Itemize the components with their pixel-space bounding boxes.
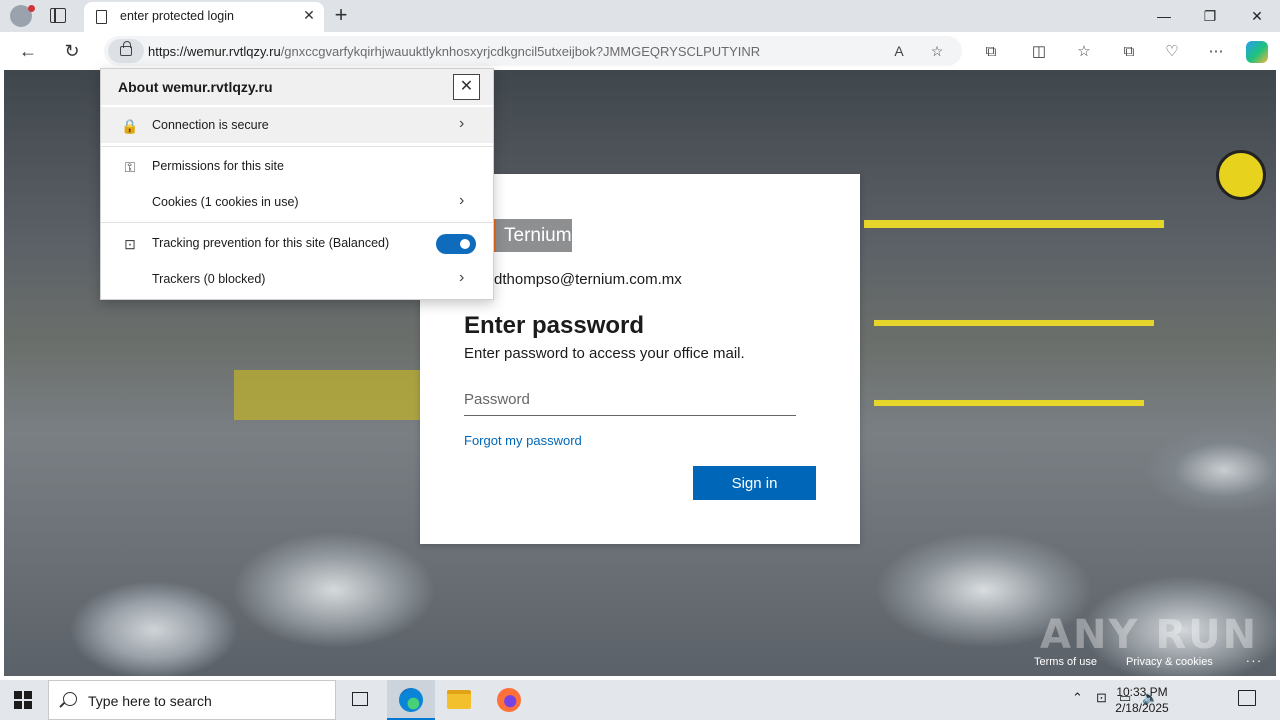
title-bar: enter protected login ✕ + — ❐ ✕ xyxy=(0,0,1280,32)
page-icon xyxy=(96,10,107,24)
privacy-link[interactable]: Privacy & cookies xyxy=(1126,656,1213,668)
background-rail xyxy=(234,370,424,420)
site-info-button[interactable] xyxy=(108,39,144,63)
search-icon xyxy=(63,692,77,706)
flyout-header: About wemur.rvtlqzy.ru ✕ xyxy=(101,69,493,105)
password-input[interactable] xyxy=(464,384,796,416)
task-view-icon xyxy=(352,692,368,706)
row-label: Trackers (0 blocked) xyxy=(152,272,266,286)
tab-actions-icon[interactable] xyxy=(50,7,66,23)
divider xyxy=(101,146,493,147)
browser-essentials-icon[interactable]: ♡ xyxy=(1161,41,1183,63)
key-icon: ⚿ xyxy=(124,159,136,175)
row-label: Connection is secure xyxy=(152,118,269,132)
file-explorer-button[interactable] xyxy=(435,680,483,720)
clock-time: 10:33 PM xyxy=(1116,685,1168,699)
close-tab-icon[interactable]: ✕ xyxy=(300,6,318,24)
minimize-button[interactable]: — xyxy=(1141,0,1187,32)
task-view-button[interactable] xyxy=(336,680,384,720)
device-icon[interactable]: ⊡ xyxy=(1096,690,1107,706)
notification-icon[interactable] xyxy=(1238,690,1256,706)
lock-icon xyxy=(120,41,132,56)
trackers-row[interactable]: Trackers (0 blocked) › xyxy=(101,261,493,297)
sign-in-button[interactable]: Sign in xyxy=(693,466,816,500)
url-text[interactable]: https://wemur.rvtlqzy.ru/gnxccgvarfykqir… xyxy=(148,44,760,59)
close-window-button[interactable]: ✕ xyxy=(1234,0,1280,32)
copilot-icon[interactable] xyxy=(1246,41,1268,63)
close-icon[interactable]: ✕ xyxy=(453,74,480,100)
chevron-up-icon[interactable]: ⌃ xyxy=(1072,690,1083,706)
taskbar: Type here to search ⌃ ⊡ ▭ 🔈 10:33 PM 2/1… xyxy=(0,680,1280,720)
page-title: Enter password xyxy=(464,312,645,339)
search-placeholder: Type here to search xyxy=(88,693,212,709)
background-rail xyxy=(864,220,1164,228)
permissions-row[interactable]: ⚿ Permissions for this site xyxy=(101,148,493,184)
back-icon[interactable]: ← xyxy=(16,39,40,63)
more-menu-icon[interactable]: ⋯ xyxy=(1205,41,1227,63)
browser-tab[interactable]: enter protected login ✕ xyxy=(84,2,324,32)
chevron-right-icon: › xyxy=(459,269,465,286)
profile-badge xyxy=(28,5,35,12)
watermark: ANY RUN xyxy=(1040,612,1259,658)
site-info-flyout: About wemur.rvtlqzy.ru ✕ 🔒 Connection is… xyxy=(100,68,494,300)
taskbar-search[interactable]: Type here to search xyxy=(48,680,336,720)
chevron-right-icon: › xyxy=(459,192,465,209)
terms-link[interactable]: Terms of use xyxy=(1034,656,1097,668)
browser-toolbar: ← ↻ https://wemur.rvtlqzy.ru/gnxccgvarfy… xyxy=(0,32,1280,70)
system-clock[interactable]: 10:33 PM 2/18/2025 xyxy=(1112,684,1172,716)
new-tab-icon[interactable]: + xyxy=(330,3,352,27)
more-options-icon[interactable]: ... xyxy=(1246,650,1263,665)
lock-icon: 🔒 xyxy=(121,118,139,134)
extensions-icon[interactable]: ⧉ xyxy=(980,41,1002,63)
toggle-knob xyxy=(460,239,470,249)
tab-title: enter protected login xyxy=(120,9,234,23)
address-bar[interactable]: https://wemur.rvtlqzy.ru/gnxccgvarfykqir… xyxy=(104,36,962,66)
row-label: Tracking prevention for this site (Balan… xyxy=(152,236,390,250)
tracking-prevention-toggle[interactable] xyxy=(436,234,476,254)
edge-taskbar-button[interactable] xyxy=(387,680,435,720)
firefox-taskbar-button[interactable] xyxy=(485,680,533,720)
forgot-password-link[interactable]: Forgot my password xyxy=(464,433,582,448)
logo-text: Ternium xyxy=(504,225,572,246)
cookies-row[interactable]: Cookies (1 cookies in use) › xyxy=(101,184,493,220)
background-rail xyxy=(874,400,1144,406)
account-email: dthompso@ternium.com.mx xyxy=(494,271,682,288)
favorites-icon[interactable]: ☆ xyxy=(1073,41,1095,63)
row-label: Cookies (1 cookies in use) xyxy=(152,195,299,209)
restore-button[interactable]: ❐ xyxy=(1187,0,1233,32)
favorite-star-icon[interactable]: ☆ xyxy=(928,42,946,60)
folder-icon xyxy=(447,690,471,709)
connection-secure-row[interactable]: 🔒 Connection is secure › xyxy=(101,107,493,143)
split-screen-icon[interactable]: ◫ xyxy=(1028,41,1050,63)
company-logo: Ternium xyxy=(496,219,572,252)
row-label: Permissions for this site xyxy=(152,159,284,173)
collections-icon[interactable]: ⧉ xyxy=(1118,41,1140,63)
tracking-prevention-icon: ⊡ xyxy=(124,236,136,252)
clock-date: 2/18/2025 xyxy=(1115,701,1169,715)
edge-icon xyxy=(399,688,423,712)
divider xyxy=(101,222,493,223)
read-aloud-icon[interactable]: A xyxy=(890,42,908,60)
chevron-right-icon: › xyxy=(459,115,465,132)
background-rail xyxy=(874,320,1154,326)
warning-sign xyxy=(1216,150,1266,200)
tracking-prevention-row: ⊡ Tracking prevention for this site (Bal… xyxy=(101,225,493,261)
refresh-icon[interactable]: ↻ xyxy=(60,39,84,63)
page-subtitle: Enter password to access your office mai… xyxy=(464,345,745,362)
flyout-title: About wemur.rvtlqzy.ru xyxy=(118,79,273,95)
firefox-icon xyxy=(497,688,521,712)
start-button[interactable] xyxy=(14,691,32,709)
